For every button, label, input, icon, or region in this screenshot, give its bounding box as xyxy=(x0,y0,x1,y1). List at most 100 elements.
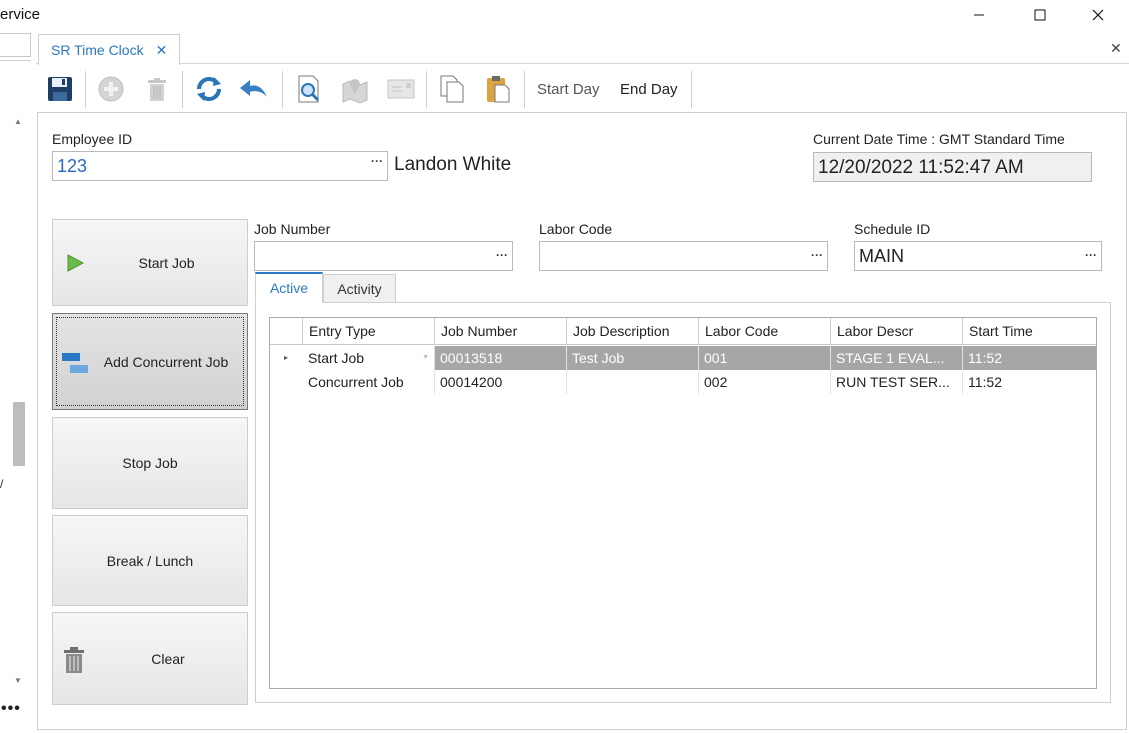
undo-button[interactable] xyxy=(238,73,270,105)
start-job-button[interactable]: Start Job xyxy=(52,219,248,306)
trash-icon xyxy=(64,647,84,673)
add-concurrent-job-button[interactable]: Add Concurrent Job xyxy=(52,313,248,410)
email-icon xyxy=(387,79,415,99)
save-icon xyxy=(48,77,72,101)
employee-name: Landon White xyxy=(394,154,512,175)
labor-code-input[interactable]: ··· xyxy=(539,241,828,271)
schedule-id-lookup-icon[interactable]: ··· xyxy=(1085,248,1097,262)
clear-label: Clear xyxy=(151,650,185,667)
schedule-id-value: MAIN xyxy=(859,246,904,266)
add-concurrent-job-label: Add Concurrent Job xyxy=(103,353,229,370)
stop-job-button[interactable]: Stop Job xyxy=(52,417,248,509)
cell-job-description[interactable]: Test Job xyxy=(567,346,699,370)
scroll-up-icon[interactable]: ▲ xyxy=(14,117,22,126)
cell-start-time[interactable]: 11:52 xyxy=(963,370,1096,394)
employee-lookup-icon[interactable]: ··· xyxy=(371,154,383,168)
schedule-id-label: Schedule ID xyxy=(854,221,931,237)
copy-button[interactable] xyxy=(436,73,468,105)
cell-job-description[interactable] xyxy=(567,370,699,394)
delete-icon xyxy=(148,78,166,101)
cell-entry-type[interactable]: Start Job ▼ xyxy=(303,346,435,370)
delete-button[interactable] xyxy=(141,73,173,105)
schedule-id-input[interactable]: MAIN ··· xyxy=(854,241,1102,271)
clear-button[interactable]: Clear xyxy=(52,612,248,705)
cell-labor-code[interactable]: 001 xyxy=(699,346,831,370)
column-header-job-description[interactable]: Job Description xyxy=(567,318,699,345)
scroll-down-icon[interactable]: ▼ xyxy=(14,676,22,685)
add-icon xyxy=(98,76,124,102)
end-day-button[interactable]: End Day xyxy=(620,81,678,98)
toolbar: Start Day End Day xyxy=(37,65,693,112)
window-title: ervice xyxy=(0,6,41,23)
map-button[interactable] xyxy=(339,73,371,105)
preview-icon xyxy=(298,75,320,103)
tab-close-icon[interactable]: ✕ xyxy=(156,42,168,59)
toolbar-separator xyxy=(691,71,692,108)
toolbar-separator xyxy=(282,71,283,108)
paste-icon xyxy=(487,76,510,103)
maximize-icon xyxy=(1034,9,1046,21)
employee-id-label: Employee ID xyxy=(52,131,133,147)
undo-icon xyxy=(240,80,267,97)
maximize-button[interactable] xyxy=(1017,0,1063,30)
cell-start-time[interactable]: 11:52 xyxy=(963,346,1096,370)
left-pane-header xyxy=(0,33,31,57)
close-icon xyxy=(1092,9,1104,21)
add-button[interactable] xyxy=(95,73,127,105)
stop-job-label: Stop Job xyxy=(122,455,178,471)
break-lunch-label: Break / Lunch xyxy=(106,552,194,569)
map-icon xyxy=(342,79,368,104)
tab-label: SR Time Clock xyxy=(51,42,144,58)
more-options-button[interactable]: ••• xyxy=(1,700,21,718)
current-datetime-value: 12/20/2022 11:52:47 AM xyxy=(818,157,1024,178)
tab-activity[interactable]: Activity xyxy=(323,274,396,303)
current-datetime-label: Current Date Time : GMT Standard Time xyxy=(813,131,1065,147)
column-header-job-number[interactable]: Job Number xyxy=(435,318,567,345)
save-button[interactable] xyxy=(44,73,76,105)
labor-code-lookup-icon[interactable]: ··· xyxy=(811,248,823,262)
play-icon xyxy=(67,254,85,272)
column-header-labor-code[interactable]: Labor Code xyxy=(699,318,831,345)
left-pane-divider xyxy=(0,60,31,61)
toolbar-separator xyxy=(524,71,525,108)
column-header-entry-type[interactable]: Entry Type xyxy=(303,318,435,345)
job-number-input[interactable]: ··· xyxy=(254,241,513,271)
start-job-label: Start Job xyxy=(138,254,195,271)
labor-code-label: Labor Code xyxy=(539,221,613,237)
combo-dropdown-icon[interactable]: ▼ xyxy=(422,346,429,370)
preview-button[interactable] xyxy=(293,73,325,105)
refresh-button[interactable] xyxy=(193,73,225,105)
cell-labor-code[interactable]: 002 xyxy=(699,370,831,394)
left-pane-text-fragment: / xyxy=(0,477,4,491)
job-number-label: Job Number xyxy=(254,221,331,237)
row-indicator-empty xyxy=(270,370,303,394)
cell-job-number[interactable]: 00014200 xyxy=(435,370,567,394)
tab-sr-time-clock[interactable]: SR Time Clock ✕ xyxy=(38,34,180,65)
email-button[interactable] xyxy=(385,73,417,105)
start-day-button[interactable]: Start Day xyxy=(537,81,600,98)
tab-active[interactable]: Active xyxy=(255,272,323,303)
table-row[interactable]: Concurrent Job 00014200 002 RUN TEST SER… xyxy=(270,370,1096,394)
row-indicator-icon: ▸ xyxy=(284,353,289,362)
column-header-labor-descr[interactable]: Labor Descr xyxy=(831,318,963,345)
toolbar-separator xyxy=(182,71,183,108)
break-lunch-button[interactable]: Break / Lunch xyxy=(52,515,248,606)
employee-id-input[interactable]: 123 ··· xyxy=(52,151,388,181)
refresh-icon xyxy=(197,77,221,101)
cell-labor-descr[interactable]: STAGE 1 EVAL... xyxy=(831,346,963,370)
active-jobs-grid: Entry Type Job Number Job Description La… xyxy=(269,317,1097,689)
cell-labor-descr[interactable]: RUN TEST SER... xyxy=(831,370,963,394)
minimize-button[interactable] xyxy=(956,0,1002,30)
close-window-button[interactable] xyxy=(1075,0,1121,30)
job-number-lookup-icon[interactable]: ··· xyxy=(496,248,508,262)
left-pane-scrollbar-thumb[interactable] xyxy=(13,402,25,466)
table-row[interactable]: ▸ Start Job ▼ 00013518 Test Job 001 STAG… xyxy=(270,346,1096,370)
paste-button[interactable] xyxy=(482,73,514,105)
cell-entry-type[interactable]: Concurrent Job xyxy=(303,370,435,394)
cell-entry-type-value: Start Job xyxy=(308,350,365,366)
toolbar-separator xyxy=(85,71,86,108)
column-header-start-time[interactable]: Start Time xyxy=(963,318,1096,345)
cell-job-number[interactable]: 00013518 xyxy=(435,346,567,370)
panel-close-icon[interactable]: ✕ xyxy=(1110,40,1122,57)
concurrent-job-icon xyxy=(62,353,88,373)
